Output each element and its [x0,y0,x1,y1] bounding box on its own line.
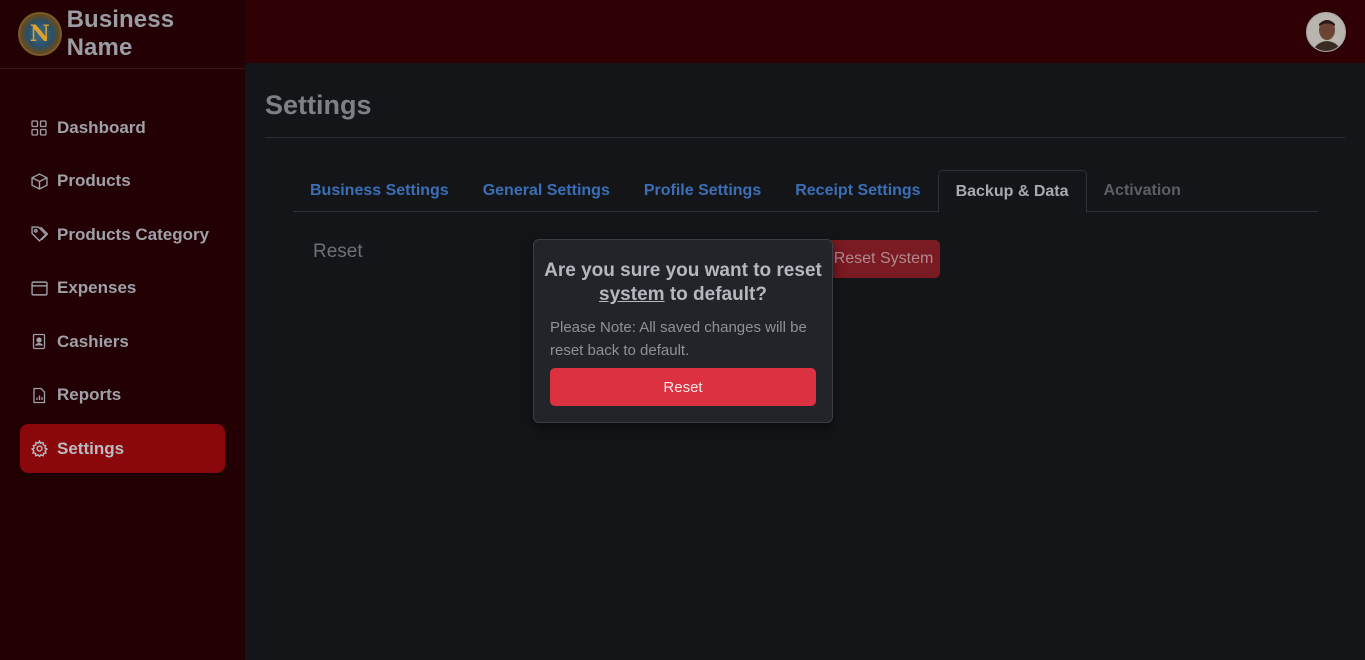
popover-title-end: to default? [664,284,767,305]
sidebar: N Business Name Dashboard Products Produ… [0,0,245,660]
popover-title: Are you sure you want to reset system to… [534,259,832,307]
brand-name: Business Name [66,6,175,61]
sidebar-item-expenses[interactable]: Expenses [20,264,225,313]
reset-section-label: Reset [313,241,363,262]
sidebar-item-label: Products [57,171,131,190]
popover-title-emphasis: system [599,284,665,305]
window-icon [30,279,48,297]
tab-activation: Activation [1103,182,1181,199]
tab-backup-data[interactable]: Backup & Data [937,170,1087,213]
sidebar-item-label: Settings [57,438,125,458]
confirm-reset-button[interactable]: Reset [550,368,816,406]
sidebar-item-cashiers[interactable]: Cashiers [20,317,225,366]
main-content: Settings Business Settings General Setti… [265,63,1345,278]
confirm-reset-popover: Are you sure you want to reset system to… [533,239,833,423]
sidebar-item-label: Reports [57,385,122,404]
sidebar-item-products-category[interactable]: Products Category [20,210,225,259]
sidebar-nav: Dashboard Products Products Category Exp… [20,103,225,478]
box-icon [30,172,48,190]
file-chart-icon [30,386,48,404]
gear-icon [30,440,48,458]
tags-icon [30,226,48,244]
tab-business-settings[interactable]: Business Settings [293,170,466,212]
sidebar-item-label: Expenses [57,278,137,297]
brand-logo: N [18,12,62,56]
sidebar-item-reports[interactable]: Reports [20,371,225,420]
sidebar-item-label: Products Category [57,224,210,244]
sidebar-item-label: Cashiers [57,331,129,351]
avatar-icon [1307,13,1345,51]
reset-system-button[interactable]: Reset System [827,240,940,278]
popover-note: Please Note: All saved changes will be r… [550,319,807,359]
page-title: Settings [265,90,1345,138]
settings-tabs: Business Settings General Settings Profi… [293,170,1318,213]
sidebar-item-dashboard[interactable]: Dashboard [20,103,225,152]
tab-receipt-settings[interactable]: Receipt Settings [778,170,937,212]
top-bar [245,0,1365,63]
person-badge-icon [30,333,48,351]
user-avatar[interactable] [1306,12,1346,52]
sidebar-item-label: Dashboard [57,117,146,137]
tab-profile-settings[interactable]: Profile Settings [627,170,778,212]
sidebar-item-products[interactable]: Products [20,157,225,206]
tab-general-settings[interactable]: General Settings [466,170,627,212]
sidebar-item-settings[interactable]: Settings [20,424,225,473]
grid-icon [30,119,48,137]
popover-title-start: Are you sure you want to reset [544,260,822,281]
brand[interactable]: N Business Name [0,0,245,69]
